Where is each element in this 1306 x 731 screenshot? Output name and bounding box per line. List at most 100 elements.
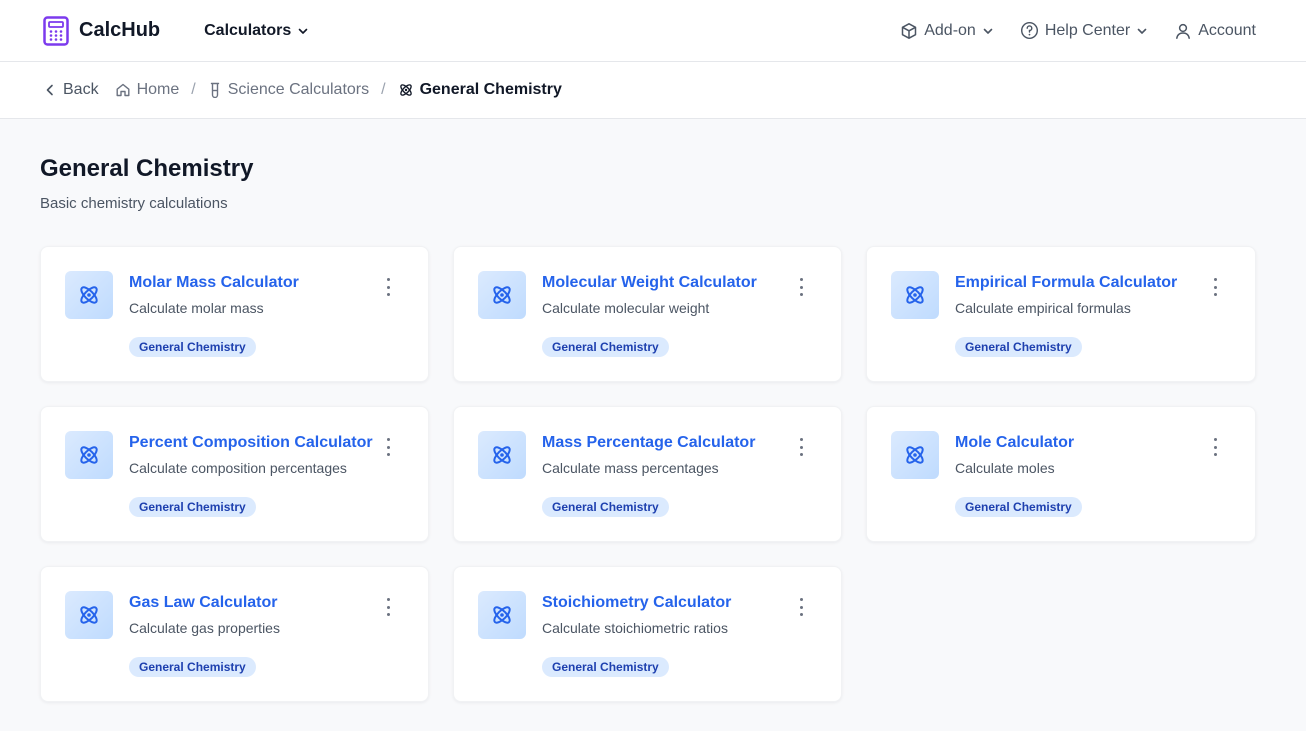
breadcrumb-separator: / xyxy=(381,81,386,98)
atom-icon xyxy=(80,286,98,304)
card-title[interactable]: Stoichiometry Calculator xyxy=(542,593,781,613)
addon-label: Add-on xyxy=(924,21,976,39)
category-badge: General Chemistry xyxy=(129,497,256,517)
calculator-card[interactable]: Stoichiometry Calculator Calculate stoic… xyxy=(453,566,842,702)
more-vertical-icon[interactable] xyxy=(384,438,392,456)
calculator-card[interactable]: Mole Calculator Calculate moles General … xyxy=(866,406,1256,542)
breadcrumb-science-label: Science Calculators xyxy=(227,81,370,98)
breadcrumb-current-label: General Chemistry xyxy=(419,81,562,98)
calculator-icon xyxy=(43,15,69,46)
card-title[interactable]: Mole Calculator xyxy=(955,433,1195,453)
card-description: Calculate moles xyxy=(955,460,1055,476)
chevron-down-icon xyxy=(298,28,308,34)
user-icon xyxy=(1176,23,1191,39)
card-title[interactable]: Molecular Weight Calculator xyxy=(542,273,781,293)
card-description: Calculate molar mass xyxy=(129,300,264,316)
card-description: Calculate empirical formulas xyxy=(955,300,1131,316)
home-icon xyxy=(116,83,130,97)
card-body: Stoichiometry Calculator Calculate stoic… xyxy=(542,593,781,677)
card-body: Mass Percentage Calculator Calculate mas… xyxy=(542,433,781,517)
calculators-menu-label: Calculators xyxy=(204,21,292,39)
category-badge: General Chemistry xyxy=(129,657,256,677)
top-navigation: CalcHub Calculators Add-on Help Center A… xyxy=(0,0,1306,62)
help-center-label: Help Center xyxy=(1044,21,1131,39)
category-badge: General Chemistry xyxy=(542,337,669,357)
card-icon-tile xyxy=(65,271,113,319)
category-badge: General Chemistry xyxy=(129,337,256,357)
more-vertical-icon[interactable] xyxy=(1211,278,1219,296)
card-title[interactable]: Gas Law Calculator xyxy=(129,593,368,613)
card-title[interactable]: Mass Percentage Calculator xyxy=(542,433,781,453)
card-description: Calculate gas properties xyxy=(129,620,280,636)
card-body: Percent Composition Calculator Calculate… xyxy=(129,433,373,517)
breadcrumb-home-label: Home xyxy=(136,81,180,98)
breadcrumb-science[interactable]: Science Calculators xyxy=(208,81,369,99)
brand-name: CalcHub xyxy=(79,19,161,41)
atom-icon xyxy=(493,446,511,464)
atom-icon xyxy=(493,606,511,624)
card-icon-tile xyxy=(65,591,113,639)
card-body: Molecular Weight Calculator Calculate mo… xyxy=(542,273,781,357)
cube-icon xyxy=(901,22,917,39)
breadcrumb: Back Home / Science Calculators / Genera… xyxy=(0,62,1306,119)
back-link[interactable]: Back xyxy=(43,81,99,99)
more-vertical-icon[interactable] xyxy=(797,438,805,456)
back-label: Back xyxy=(63,81,99,98)
more-vertical-icon[interactable] xyxy=(1211,438,1219,456)
calculator-card[interactable]: Gas Law Calculator Calculate gas propert… xyxy=(40,566,429,702)
calculator-card[interactable]: Empirical Formula Calculator Calculate e… xyxy=(866,246,1256,382)
card-body: Empirical Formula Calculator Calculate e… xyxy=(955,273,1195,357)
atom-icon xyxy=(906,446,924,464)
calculator-grid: Molar Mass Calculator Calculate molar ma… xyxy=(40,246,1266,702)
card-description: Calculate molecular weight xyxy=(542,300,710,316)
card-icon-tile xyxy=(65,431,113,479)
card-icon-tile xyxy=(478,271,526,319)
chevron-down-icon xyxy=(1137,28,1147,34)
atom-icon xyxy=(399,84,412,96)
breadcrumb-separator: / xyxy=(191,81,196,98)
card-title[interactable]: Molar Mass Calculator xyxy=(129,273,368,293)
chevron-down-icon xyxy=(983,28,993,34)
more-vertical-icon[interactable] xyxy=(384,598,392,616)
help-center-menu[interactable]: Help Center xyxy=(1020,21,1148,40)
calculator-card[interactable]: Molecular Weight Calculator Calculate mo… xyxy=(453,246,842,382)
more-vertical-icon[interactable] xyxy=(797,278,805,296)
page-title: General Chemistry xyxy=(40,155,254,182)
calculator-card[interactable]: Mass Percentage Calculator Calculate mas… xyxy=(453,406,842,542)
card-description: Calculate composition percentages xyxy=(129,460,347,476)
card-icon-tile xyxy=(891,431,939,479)
card-title[interactable]: Percent Composition Calculator xyxy=(129,433,373,453)
card-icon-tile xyxy=(891,271,939,319)
more-vertical-icon[interactable] xyxy=(384,278,392,296)
category-badge: General Chemistry xyxy=(542,497,669,517)
addon-menu[interactable]: Add-on xyxy=(900,22,994,40)
atom-icon xyxy=(493,286,511,304)
card-body: Molar Mass Calculator Calculate molar ma… xyxy=(129,273,368,357)
card-body: Mole Calculator Calculate moles General … xyxy=(955,433,1195,517)
card-description: Calculate mass percentages xyxy=(542,460,719,476)
account-menu[interactable]: Account xyxy=(1174,22,1256,40)
account-label: Account xyxy=(1198,21,1256,39)
card-title[interactable]: Empirical Formula Calculator xyxy=(955,273,1195,293)
category-badge: General Chemistry xyxy=(542,657,669,677)
breadcrumb-home[interactable]: Home xyxy=(115,81,180,99)
flask-icon xyxy=(210,82,219,98)
calculator-card[interactable]: Percent Composition Calculator Calculate… xyxy=(40,406,429,542)
help-circle-icon xyxy=(1020,21,1038,40)
page-subtitle: Basic chemistry calculations xyxy=(40,195,228,212)
main-content: General Chemistry Basic chemistry calcul… xyxy=(0,119,1306,702)
atom-icon xyxy=(80,606,98,624)
category-badge: General Chemistry xyxy=(955,497,1082,517)
atom-icon xyxy=(906,286,924,304)
card-icon-tile xyxy=(478,431,526,479)
top-right-menu: Add-on Help Center Account xyxy=(900,21,1256,40)
calculator-card[interactable]: Molar Mass Calculator Calculate molar ma… xyxy=(40,246,429,382)
calculators-menu[interactable]: Calculators xyxy=(204,22,309,40)
brand-logo[interactable]: CalcHub xyxy=(43,15,161,46)
atom-icon xyxy=(80,446,98,464)
card-body: Gas Law Calculator Calculate gas propert… xyxy=(129,593,368,677)
more-vertical-icon[interactable] xyxy=(797,598,805,616)
card-icon-tile xyxy=(478,591,526,639)
card-description: Calculate stoichiometric ratios xyxy=(542,620,728,636)
breadcrumb-current: General Chemistry xyxy=(398,81,562,99)
